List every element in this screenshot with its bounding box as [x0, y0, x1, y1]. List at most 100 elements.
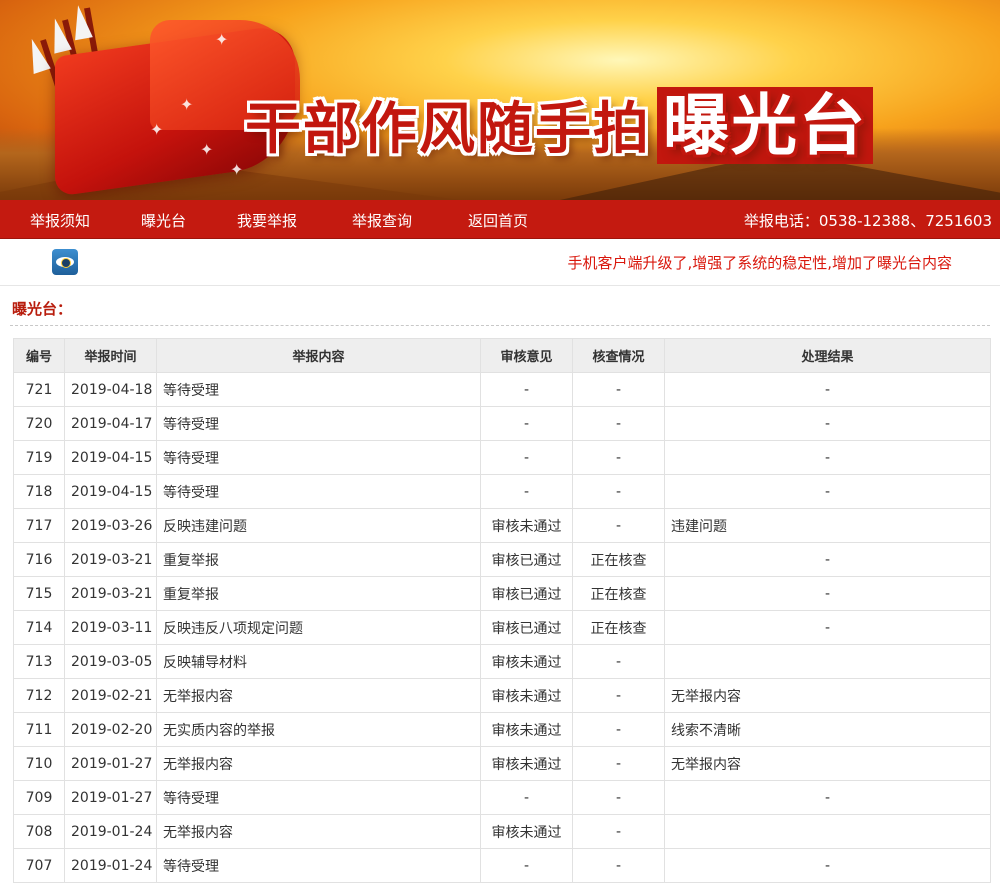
cell-content[interactable]: 等待受理 [156, 474, 481, 509]
cell-id: 711 [13, 712, 65, 747]
cell-review: 审核未通过 [480, 746, 573, 781]
cell-content[interactable]: 重复举报 [156, 576, 481, 611]
cell-content[interactable]: 等待受理 [156, 848, 481, 883]
cell-review: - [480, 372, 573, 407]
cell-id: 708 [13, 814, 65, 849]
cell-content[interactable]: 等待受理 [156, 440, 481, 475]
cell-date: 2019-03-11 [64, 610, 157, 645]
cell-content[interactable]: 等待受理 [156, 780, 481, 815]
cell-result: 线索不清晰 [664, 712, 991, 747]
cell-check: 正在核查 [572, 610, 665, 645]
banner-title: 干部作风随手拍 曝光台 [245, 72, 873, 168]
cell-check: - [572, 474, 665, 509]
cell-date: 2019-01-24 [64, 814, 157, 849]
cell-check: 正在核查 [572, 542, 665, 577]
nav-item-home[interactable]: 返回首页 [468, 210, 528, 231]
table-body: 721 2019-04-18 等待受理 - - - 720 2019-04-17… [13, 372, 991, 883]
cell-review: 审核未通过 [480, 644, 573, 679]
cell-review: 审核已通过 [480, 542, 573, 577]
table-row[interactable]: 717 2019-03-26 反映违建问题 审核未通过 - 违建问题 [13, 508, 991, 543]
nav-item-report-guide[interactable]: 举报须知 [30, 210, 90, 231]
table-row[interactable]: 709 2019-01-27 等待受理 - - - [13, 780, 991, 815]
header-banner: ✦ ✦ ✦ ✦ ✦ 干部作风随手拍 曝光台 [0, 0, 1000, 200]
cell-content[interactable]: 无举报内容 [156, 814, 481, 849]
cell-content[interactable]: 反映辅导材料 [156, 644, 481, 679]
cell-result: - [664, 780, 991, 815]
cell-content[interactable]: 无实质内容的举报 [156, 712, 481, 747]
cell-id: 717 [13, 508, 65, 543]
table-row[interactable]: 708 2019-01-24 无举报内容 审核未通过 - [13, 814, 991, 849]
cell-result: - [664, 576, 991, 611]
mobile-app-icon[interactable] [52, 249, 78, 275]
cell-check: - [572, 406, 665, 441]
cell-result: - [664, 440, 991, 475]
column-header-id: 编号 [13, 338, 65, 373]
dove-icon: ✦ [215, 30, 229, 49]
cell-date: 2019-03-05 [64, 644, 157, 679]
table-row[interactable]: 711 2019-02-20 无实质内容的举报 审核未通过 - 线索不清晰 [13, 712, 991, 747]
nav-item-exposure[interactable]: 曝光台 [141, 210, 186, 231]
table-row[interactable]: 713 2019-03-05 反映辅导材料 审核未通过 - [13, 644, 991, 679]
table-row[interactable]: 716 2019-03-21 重复举报 审核已通过 正在核查 - [13, 542, 991, 577]
table-row[interactable]: 715 2019-03-21 重复举报 审核已通过 正在核查 - [13, 576, 991, 611]
cell-date: 2019-04-18 [64, 372, 157, 407]
cell-content[interactable]: 无举报内容 [156, 746, 481, 781]
cell-result: 无举报内容 [664, 746, 991, 781]
table-row[interactable]: 714 2019-03-11 反映违反八项规定问题 审核已通过 正在核查 - [13, 610, 991, 645]
cell-review: 审核已通过 [480, 610, 573, 645]
nav-item-report-query[interactable]: 举报查询 [352, 210, 412, 231]
cell-review: 审核未通过 [480, 678, 573, 713]
column-header-content: 举报内容 [156, 338, 481, 373]
cell-id: 718 [13, 474, 65, 509]
cell-review: 审核未通过 [480, 712, 573, 747]
cell-result: - [664, 474, 991, 509]
cell-result: 违建问题 [664, 508, 991, 543]
section-title: 曝光台： [10, 286, 990, 326]
cell-result: - [664, 848, 991, 883]
table-row[interactable]: 712 2019-02-21 无举报内容 审核未通过 - 无举报内容 [13, 678, 991, 713]
cell-date: 2019-04-15 [64, 440, 157, 475]
cell-id: 709 [13, 780, 65, 815]
cell-content[interactable]: 等待受理 [156, 372, 481, 407]
cell-content[interactable]: 反映违反八项规定问题 [156, 610, 481, 645]
notice-text[interactable]: 手机客户端升级了,增强了系统的稳定性,增加了曝光台内容 [567, 252, 952, 273]
table-row[interactable]: 718 2019-04-15 等待受理 - - - [13, 474, 991, 509]
cell-check: - [572, 508, 665, 543]
cell-check: - [572, 712, 665, 747]
main-content: 曝光台： 编号 举报时间 举报内容 审核意见 核查情况 处理结果 721 201… [0, 286, 1000, 883]
cell-content[interactable]: 无举报内容 [156, 678, 481, 713]
cell-content[interactable]: 重复举报 [156, 542, 481, 577]
cell-date: 2019-03-26 [64, 508, 157, 543]
eye-pupil [61, 258, 71, 268]
cell-id: 707 [13, 848, 65, 883]
table-row[interactable]: 721 2019-04-18 等待受理 - - - [13, 372, 991, 407]
cell-id: 712 [13, 678, 65, 713]
cell-content[interactable]: 等待受理 [156, 406, 481, 441]
column-header-check: 核查情况 [572, 338, 665, 373]
cell-review: 审核已通过 [480, 576, 573, 611]
cell-check: - [572, 848, 665, 883]
cell-review: 审核未通过 [480, 814, 573, 849]
table-row[interactable]: 719 2019-04-15 等待受理 - - - [13, 440, 991, 475]
table-row[interactable]: 710 2019-01-27 无举报内容 审核未通过 - 无举报内容 [13, 746, 991, 781]
cell-check: 正在核查 [572, 576, 665, 611]
cell-id: 713 [13, 644, 65, 679]
banner-title-main: 干部作风随手拍 [245, 97, 651, 162]
cell-date: 2019-02-21 [64, 678, 157, 713]
cell-result: - [664, 542, 991, 577]
cell-date: 2019-01-27 [64, 746, 157, 781]
cell-check: - [572, 678, 665, 713]
cell-id: 715 [13, 576, 65, 611]
cell-id: 716 [13, 542, 65, 577]
cell-result: - [664, 372, 991, 407]
table-row[interactable]: 707 2019-01-24 等待受理 - - - [13, 848, 991, 883]
column-header-review: 审核意见 [480, 338, 573, 373]
cell-id: 719 [13, 440, 65, 475]
nav-item-submit-report[interactable]: 我要举报 [237, 210, 297, 231]
cell-date: 2019-04-17 [64, 406, 157, 441]
dove-icon: ✦ [150, 120, 164, 139]
cell-review: - [480, 406, 573, 441]
cell-content[interactable]: 反映违建问题 [156, 508, 481, 543]
cell-review: - [480, 848, 573, 883]
table-row[interactable]: 720 2019-04-17 等待受理 - - - [13, 406, 991, 441]
